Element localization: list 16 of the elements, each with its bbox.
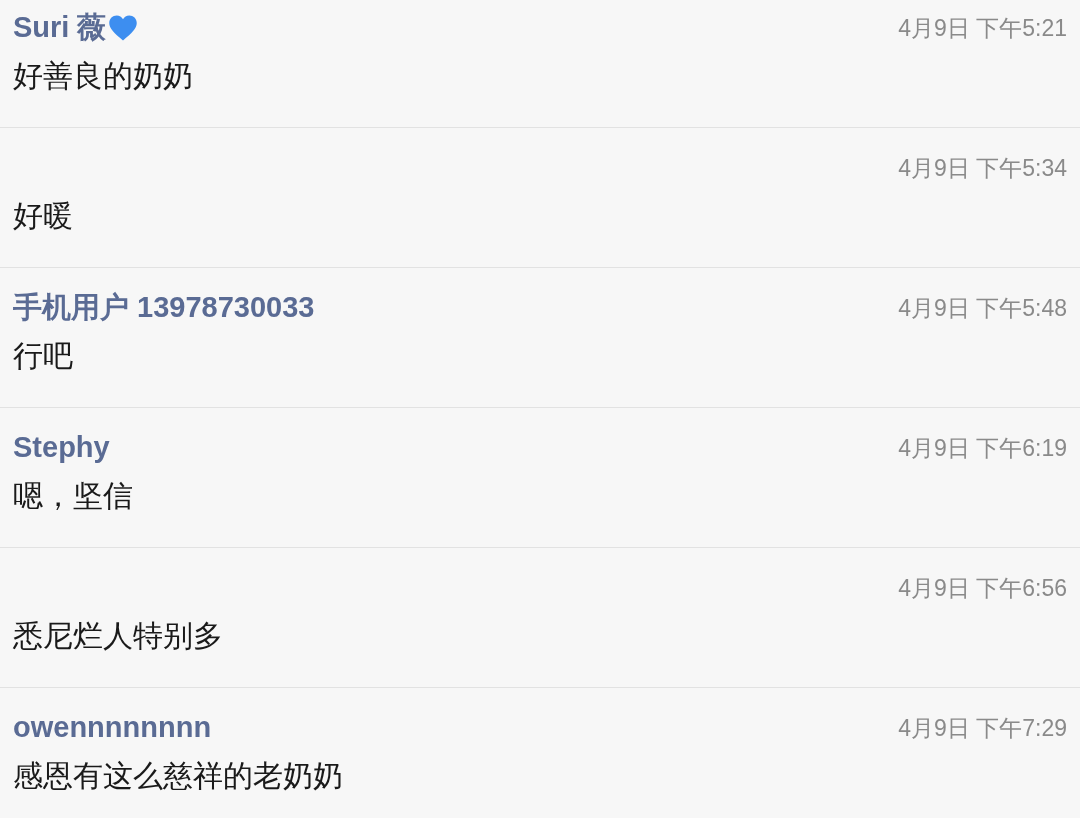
comment-time: 4月9日 下午5:48: [898, 294, 1067, 323]
username[interactable]: Suri 薇: [13, 6, 107, 50]
comment-time: 4月9日 下午6:56: [898, 574, 1067, 603]
comment-text: 好善良的奶奶: [13, 58, 194, 94]
username[interactable]: Stephy: [13, 426, 110, 470]
comment-text: 悉尼烂人特别多: [13, 618, 224, 654]
comment-time: 4月9日 下午5:34: [898, 154, 1067, 183]
comment-text: 好暖: [13, 198, 74, 234]
comment-time: 4月9日 下午5:21: [898, 14, 1067, 43]
comment-text: 感恩有这么慈祥的老奶奶: [13, 758, 344, 794]
comment-text: 行吧: [13, 338, 74, 374]
username[interactable]: owennnnnnnn: [13, 706, 212, 750]
username[interactable]: 手机用户 13978730033: [13, 286, 315, 330]
comment-time: 4月9日 下午6:19: [898, 434, 1067, 463]
comment-text: 嗯，坚信: [13, 478, 134, 514]
comment-time: 4月9日 下午7:29: [898, 714, 1067, 743]
